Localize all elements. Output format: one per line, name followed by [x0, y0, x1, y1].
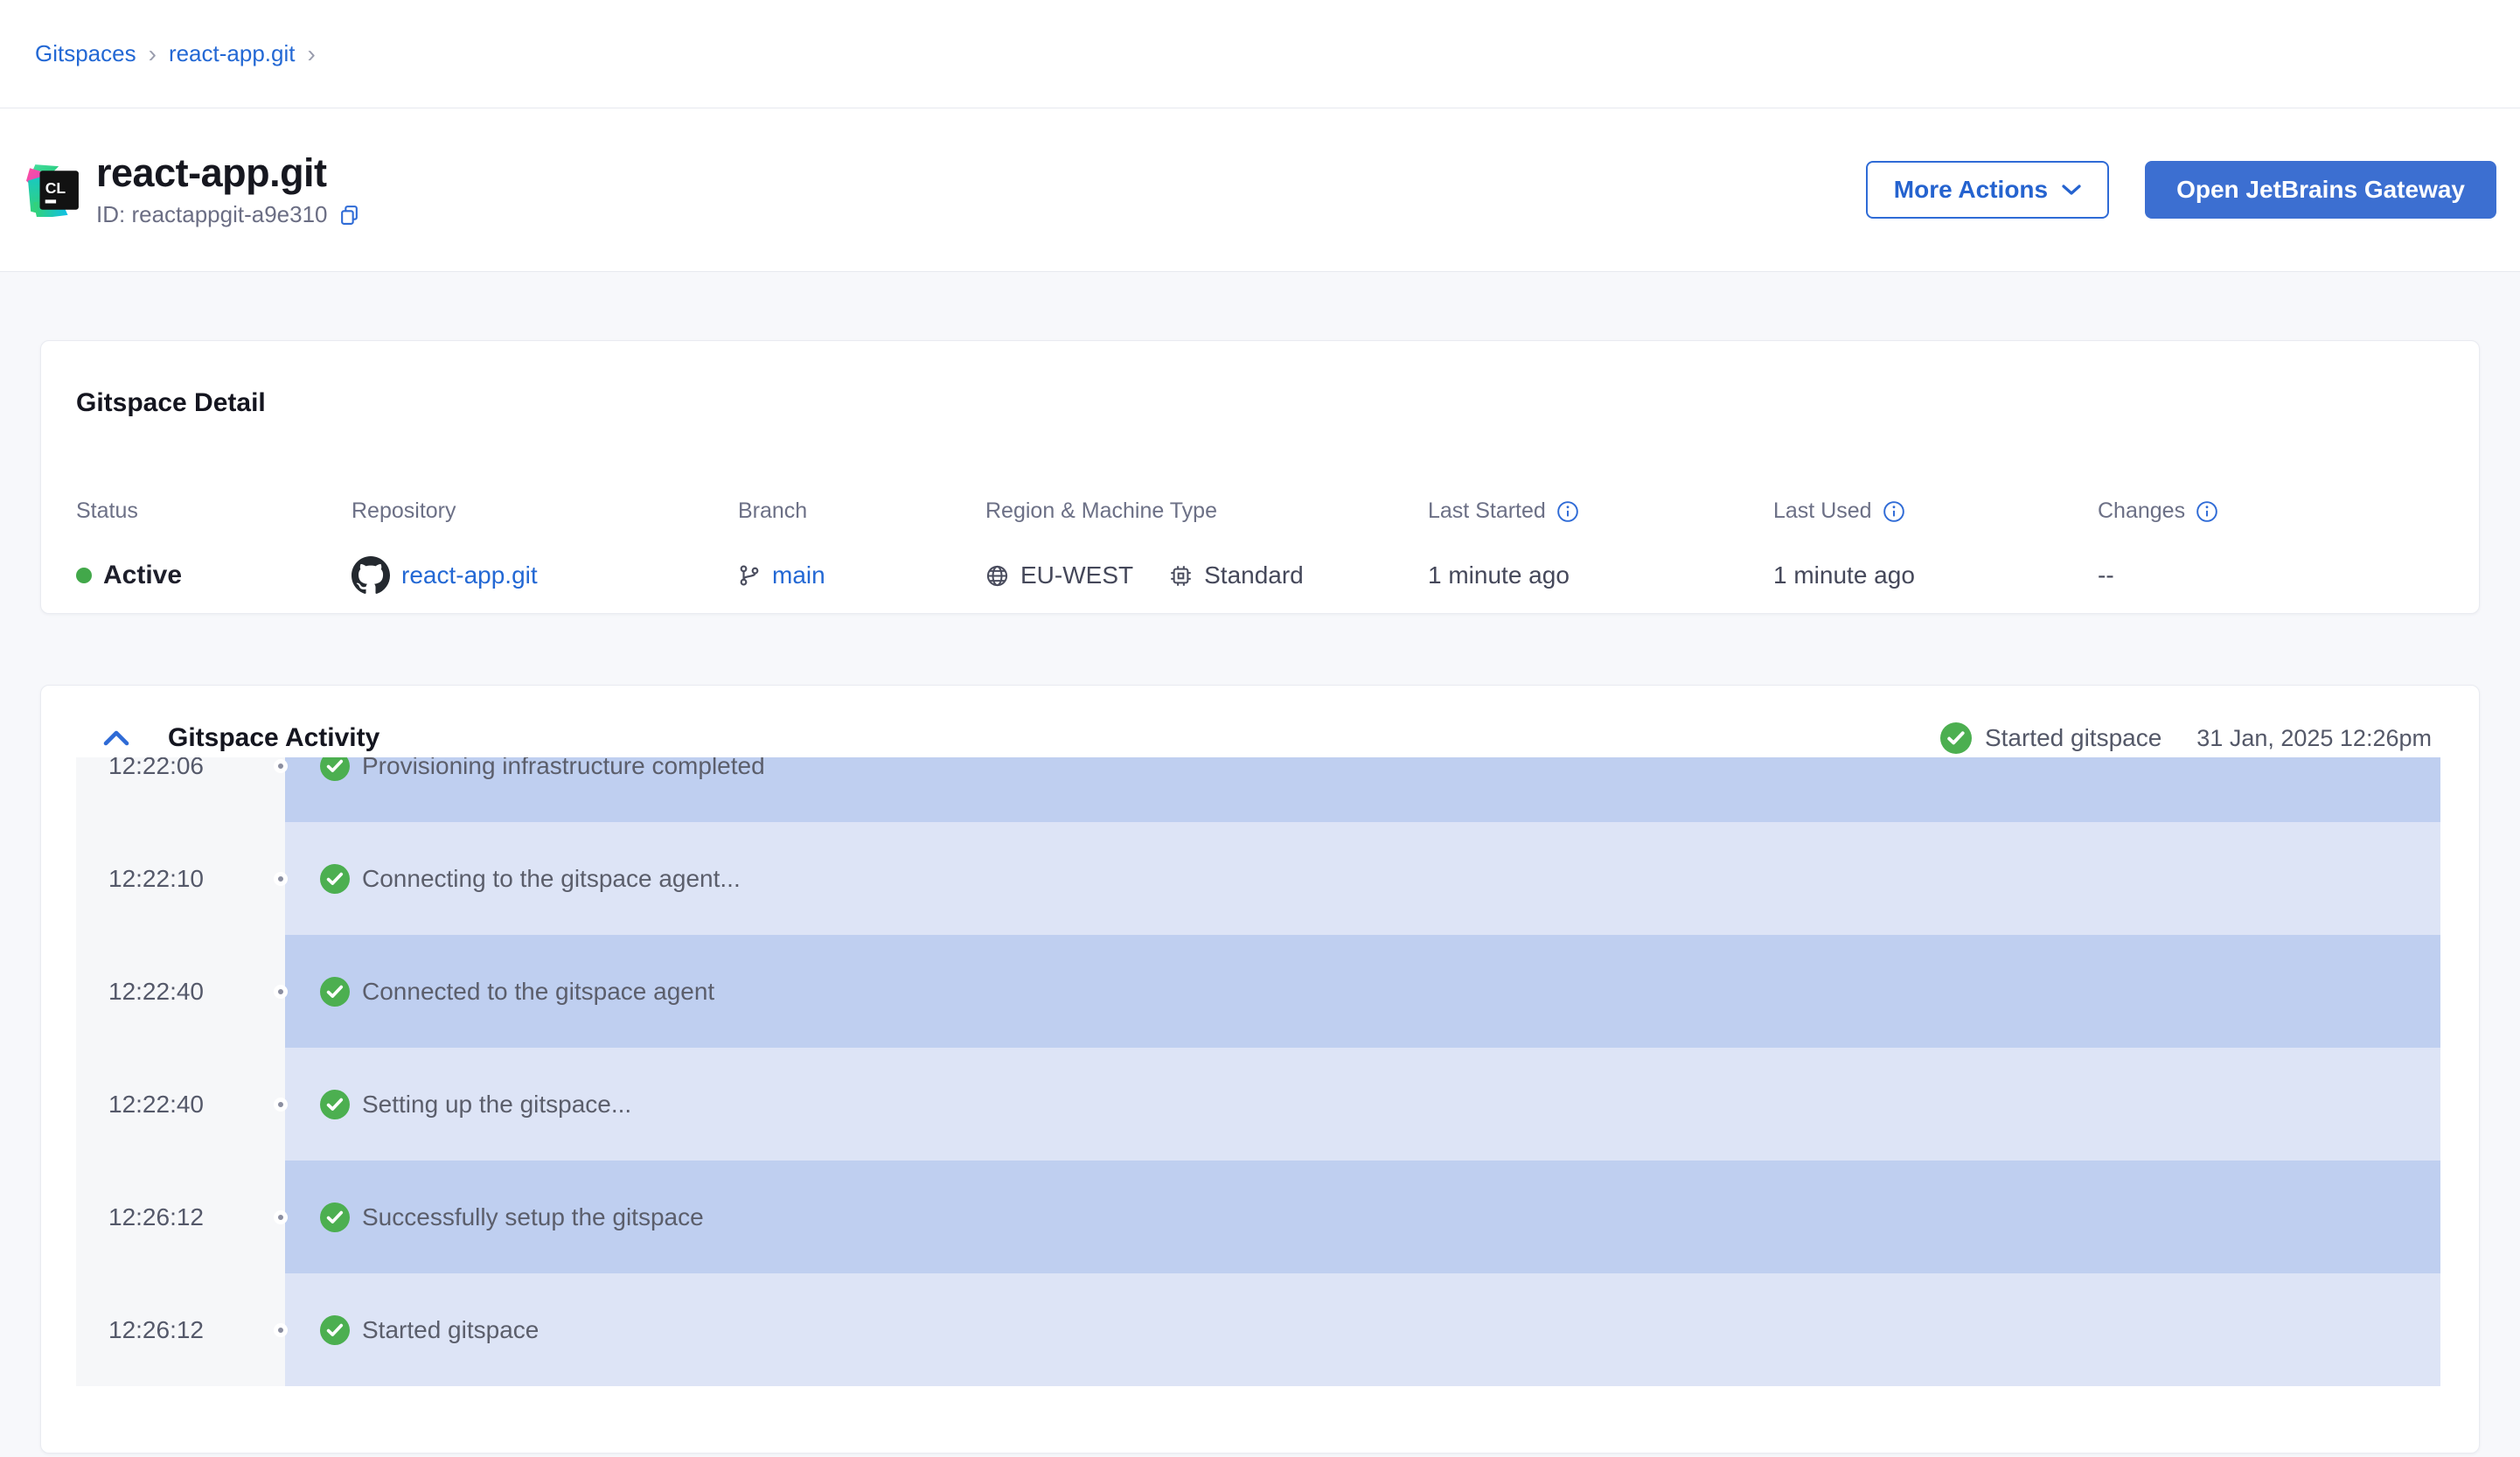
- status-label: Status: [76, 498, 352, 524]
- more-actions-label: More Actions: [1894, 176, 2048, 204]
- last-started-label: Last Started: [1428, 498, 1546, 524]
- breadcrumb-separator: ›: [149, 42, 157, 66]
- log-time: 12:26:12: [76, 1273, 285, 1386]
- chevron-down-icon: [2062, 184, 2081, 196]
- svg-text:CL: CL: [45, 179, 66, 197]
- page-body: Gitspace Detail Status Active Repository: [0, 272, 2520, 1457]
- activity-title: Gitspace Activity: [168, 723, 379, 753]
- info-icon[interactable]: [1883, 500, 1905, 523]
- log-time: 12:22:40: [76, 935, 285, 1048]
- breadcrumb: Gitspaces › react-app.git ›: [0, 0, 2520, 108]
- last-used-label: Last Used: [1773, 498, 1872, 524]
- branch-link[interactable]: main: [772, 561, 825, 589]
- activity-log[interactable]: 12:22:06 Provisioning infrastructure com…: [76, 757, 2440, 1386]
- log-time: 12:26:12: [76, 1161, 285, 1273]
- page-title: react-app.git: [96, 151, 360, 195]
- log-message: Connecting to the gitspace agent...: [362, 865, 741, 893]
- repository-label: Repository: [352, 498, 738, 524]
- log-row: 12:22:10 Connecting to the gitspace agen…: [76, 822, 2440, 935]
- log-message: Setting up the gitspace...: [362, 1091, 631, 1119]
- page-header: CL react-app.git ID: reactappgit-a9e310 …: [0, 108, 2520, 272]
- field-region-machine: Region & Machine Type EU-WEST: [985, 498, 1428, 596]
- breadcrumb-separator: ›: [307, 42, 315, 66]
- timeline-dot-icon: [274, 1210, 288, 1224]
- repository-link[interactable]: react-app.git: [401, 561, 538, 589]
- detail-card-title: Gitspace Detail: [76, 388, 2444, 418]
- check-circle-icon: [320, 1203, 350, 1232]
- log-time: 12:22:10: [76, 822, 285, 935]
- log-row: 12:22:40 Connected to the gitspace agent: [76, 935, 2440, 1048]
- field-changes: Changes --: [2098, 498, 2444, 596]
- chevron-up-icon[interactable]: [103, 728, 129, 748]
- log-row: 12:26:12 Successfully setup the gitspace: [76, 1161, 2440, 1273]
- activity-header: Gitspace Activity Started gitspace 31 Ja…: [41, 686, 2479, 757]
- log-message: Provisioning infrastructure completed: [362, 757, 765, 780]
- changes-label: Changes: [2098, 498, 2185, 524]
- log-time: 12:22:06: [76, 757, 285, 822]
- branch-label: Branch: [738, 498, 985, 524]
- breadcrumb-link-react-app[interactable]: react-app.git: [169, 40, 296, 67]
- region-value: EU-WEST: [1020, 561, 1133, 589]
- log-message: Successfully setup the gitspace: [362, 1203, 704, 1231]
- title-block: react-app.git ID: reactappgit-a9e310: [96, 151, 360, 228]
- log-message: Started gitspace: [362, 1316, 539, 1344]
- timeline-dot-icon: [274, 759, 288, 773]
- status-dot-icon: [76, 568, 92, 583]
- log-time: 12:22:40: [76, 1048, 285, 1161]
- check-circle-icon: [320, 864, 350, 894]
- activity-status-text: Started gitspace: [1985, 724, 2161, 752]
- timeline-dot-icon: [274, 872, 288, 886]
- activity-status: Started gitspace: [1940, 722, 2161, 754]
- info-icon[interactable]: [2196, 500, 2218, 523]
- info-icon[interactable]: [1556, 500, 1579, 523]
- field-status: Status Active: [76, 498, 352, 596]
- gitspace-detail-card: Gitspace Detail Status Active Repository: [40, 340, 2480, 614]
- header-actions: More Actions Open JetBrains Gateway: [1866, 161, 2496, 219]
- field-repository: Repository react-app.git: [352, 498, 738, 596]
- gitspace-id: ID: reactappgit-a9e310: [96, 201, 328, 228]
- machine-type-value: Standard: [1204, 561, 1304, 589]
- cpu-chip-icon: [1169, 564, 1193, 588]
- clion-logo-icon: CL: [26, 163, 80, 217]
- last-started-value: 1 minute ago: [1428, 555, 1773, 596]
- log-row: 12:26:12 Started gitspace: [76, 1273, 2440, 1386]
- more-actions-button[interactable]: More Actions: [1866, 161, 2109, 219]
- breadcrumb-link-gitspaces[interactable]: Gitspaces: [35, 40, 136, 67]
- changes-value: --: [2098, 555, 2444, 596]
- check-circle-icon: [320, 1090, 350, 1119]
- git-branch-icon: [738, 564, 761, 587]
- log-row: 12:22:40 Setting up the gitspace...: [76, 1048, 2440, 1161]
- open-jetbrains-gateway-button[interactable]: Open JetBrains Gateway: [2145, 161, 2496, 219]
- check-circle-icon: [320, 757, 350, 781]
- check-circle-icon: [320, 1315, 350, 1345]
- last-used-value: 1 minute ago: [1773, 555, 2098, 596]
- timeline-dot-icon: [274, 985, 288, 999]
- copy-icon[interactable]: [338, 204, 360, 226]
- page: Gitspaces › react-app.git ›: [0, 0, 2520, 1457]
- globe-icon: [985, 564, 1009, 588]
- timeline-dot-icon: [274, 1098, 288, 1112]
- timeline-dot-icon: [274, 1323, 288, 1337]
- detail-fields: Status Active Repository react-app.git: [76, 498, 2444, 596]
- log-message: Connected to the gitspace agent: [362, 978, 714, 1006]
- check-circle-icon: [320, 977, 350, 1007]
- activity-timestamp: 31 Jan, 2025 12:26pm: [2196, 725, 2432, 752]
- gitspace-activity-card: Gitspace Activity Started gitspace 31 Ja…: [40, 685, 2480, 1454]
- status-value: Active: [103, 561, 182, 590]
- field-branch: Branch main: [738, 498, 985, 596]
- field-last-used: Last Used 1 minute ago: [1773, 498, 2098, 596]
- check-circle-icon: [1940, 722, 1972, 754]
- log-row: 12:22:06 Provisioning infrastructure com…: [76, 757, 2440, 822]
- field-last-started: Last Started 1 minute ago: [1428, 498, 1773, 596]
- github-icon: [352, 556, 390, 595]
- region-machine-label: Region & Machine Type: [985, 498, 1428, 524]
